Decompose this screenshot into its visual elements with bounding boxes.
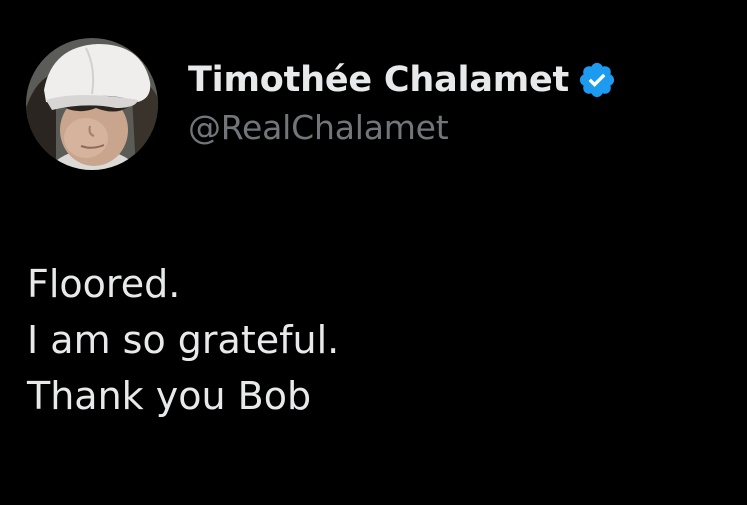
- tweet-text: Floored. I am so grateful. Thank you Bob: [27, 256, 339, 424]
- name-row: Timothée Chalamet: [188, 56, 617, 104]
- author-handle[interactable]: @RealChalamet: [188, 108, 617, 147]
- author-avatar[interactable]: [26, 38, 158, 170]
- avatar-image: [26, 38, 158, 170]
- verified-badge-icon: [577, 60, 617, 100]
- tweet-text-line: I am so grateful.: [27, 318, 340, 362]
- tweet-text-line: Thank you Bob: [27, 374, 312, 418]
- author-display-name[interactable]: Timothée Chalamet: [188, 60, 569, 100]
- author-identity: Timothée Chalamet @RealChalamet: [188, 56, 617, 147]
- tweet-header: Timothée Chalamet @RealChalamet: [26, 38, 617, 170]
- tweet-card: Timothée Chalamet @RealChalamet Floored.…: [0, 0, 747, 505]
- tweet-text-line: Floored.: [27, 262, 181, 306]
